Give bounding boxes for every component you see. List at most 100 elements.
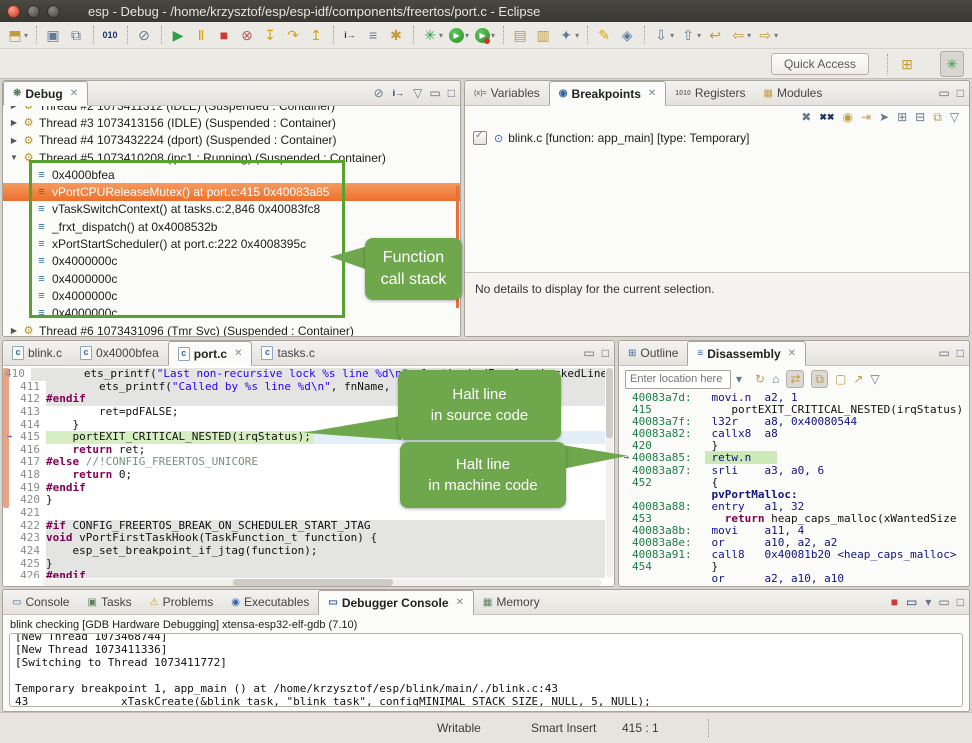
minimize-icon[interactable]: ▭ — [938, 86, 949, 100]
new-project-icon[interactable]: ▤ — [509, 23, 532, 47]
tab-problems[interactable]: ⚠ Problems — [141, 590, 223, 614]
tab-outline[interactable]: ⊞ Outline — [619, 341, 687, 365]
console-output[interactable]: [New Thread 1073468744][New Thread 10734… — [9, 633, 963, 707]
expander-icon[interactable]: ▶ — [8, 326, 20, 335]
forward-icon[interactable]: ⇨▾ — [754, 23, 781, 47]
debug-tree[interactable]: ▶ ⚙ Thread #2 1073411312 (IDLE) (Suspend… — [3, 106, 460, 336]
window-close-button[interactable] — [7, 5, 20, 18]
debug-perspective-icon[interactable]: ✳ — [940, 51, 964, 77]
maximize-icon[interactable]: □ — [957, 346, 964, 360]
tab-executables[interactable]: ◉ Executables — [222, 590, 318, 614]
refresh-icon[interactable]: ↻ — [755, 372, 765, 386]
search-icon[interactable]: ✦▾ — [555, 23, 582, 47]
tab-tasks-c[interactable]: c tasks.c — [252, 341, 323, 365]
location-input[interactable] — [625, 370, 731, 389]
close-icon[interactable]: ✕ — [788, 348, 796, 359]
tab-breakpoints[interactable]: ◉ Breakpoints ✕ — [549, 81, 666, 106]
debug-row[interactable]: ≡ 0x4000000c — [3, 305, 460, 322]
code-line[interactable]: 426 #endif — [5, 570, 605, 578]
tab-debug[interactable]: ❋ Debug ✕ — [3, 81, 88, 106]
debug-row[interactable]: ≡ vPortCPUReleaseMutex() at port.c:415 0… — [3, 183, 460, 200]
back-icon[interactable]: ⇦▾ — [727, 23, 754, 47]
expander-icon[interactable]: ▶ — [8, 106, 20, 110]
expander-icon[interactable]: ▶ — [8, 136, 20, 145]
previous-annotation-icon[interactable]: ⇧▾ — [677, 23, 704, 47]
console-line[interactable]: [New Thread 1073411336] — [15, 643, 957, 656]
new-wizard-icon[interactable]: ⬒▾ — [4, 23, 31, 47]
instruction-stepping-mode-icon[interactable]: i→ — [393, 86, 405, 100]
pin-editor-icon[interactable]: ◈ — [616, 23, 639, 47]
tab-disassembly[interactable]: ≡ Disassembly ✕ — [687, 341, 806, 366]
maximize-icon[interactable]: □ — [602, 346, 609, 360]
expand-all-icon[interactable]: ⊞ — [897, 110, 907, 124]
tab-port-c[interactable]: c port.c ✕ — [168, 341, 253, 366]
remove-breakpoint-icon[interactable]: ✖ — [801, 110, 811, 124]
minimize-icon[interactable]: ▭ — [583, 346, 594, 360]
editor-vertical-scrollbar[interactable] — [606, 368, 613, 577]
debug-row[interactable]: ▶ ⚙ Thread #3 1073413156 (IDLE) (Suspend… — [3, 114, 460, 131]
save-icon[interactable]: ▣ — [42, 23, 65, 47]
mark-occurrences-icon[interactable]: ✎ — [593, 23, 616, 47]
code-line[interactable]: 424 esp_set_breakpoint_if_jtag(function)… — [5, 545, 605, 558]
expander-icon[interactable]: ▼ — [8, 153, 20, 162]
link-with-debug-icon[interactable]: ⧉ — [933, 110, 942, 124]
debug-row[interactable]: ▼ ⚙ Thread #5 1073410208 (ipc1 : Running… — [3, 149, 460, 166]
tab-tasks[interactable]: ▣ Tasks — [78, 590, 140, 614]
maximize-icon[interactable]: □ — [957, 86, 964, 100]
debug-icon[interactable]: ✳▾ — [419, 23, 446, 47]
window-maximize-button[interactable] — [47, 5, 60, 18]
instruction-stepping-icon[interactable]: i→ — [339, 23, 362, 47]
close-icon[interactable]: ✕ — [70, 88, 78, 99]
sync-active-context-icon[interactable]: ⇄ — [786, 370, 804, 388]
step-filters-icon[interactable]: ≡ — [362, 23, 385, 47]
step-return-icon[interactable]: ↥ — [305, 23, 328, 47]
close-icon[interactable]: ✕ — [648, 88, 656, 99]
suspend-icon[interactable]: Ⅱ — [190, 23, 213, 47]
skip-all-breakpoints-icon[interactable]: ⊘ — [133, 23, 156, 47]
resume-icon[interactable]: ▶ — [167, 23, 190, 47]
close-icon[interactable]: ✕ — [234, 348, 242, 359]
debug-row[interactable]: ≡ vTaskSwitchContext() at tasks.c:2,846 … — [3, 201, 460, 218]
console-line[interactable]: [New Thread 1073468744] — [15, 633, 957, 643]
breakpoint-checkbox[interactable] — [473, 131, 487, 145]
save-all-icon[interactable]: ⧉ — [65, 23, 88, 47]
collapse-all-icon[interactable]: ⊟ — [915, 110, 925, 124]
debug-row[interactable]: ≡ 0x4000bfea — [3, 166, 460, 183]
remove-all-terminated-icon[interactable]: ⊘ — [374, 86, 384, 100]
external-tools-icon[interactable]: ▶▾ — [472, 23, 498, 47]
open-perspective-icon[interactable]: ⊞ — [896, 52, 918, 76]
window-minimize-button[interactable] — [27, 5, 40, 18]
next-annotation-icon[interactable]: ⇩▾ — [650, 23, 677, 47]
display-selected-console-icon[interactable]: ▭ — [906, 595, 917, 609]
expander-icon[interactable]: ▶ — [8, 118, 20, 127]
maximize-icon[interactable]: □ — [957, 595, 964, 609]
tab-0x4000bfea[interactable]: c 0x4000bfea — [71, 341, 168, 365]
show-source-icon[interactable]: ⧉ — [811, 370, 828, 388]
minimize-icon[interactable]: ▭ — [429, 86, 440, 100]
console-line[interactable]: 43 xTaskCreate(&blink_task, "blink_task"… — [15, 695, 957, 707]
debug-row[interactable]: ▶ ⚙ Thread #4 1073432224 (dport) (Suspen… — [3, 132, 460, 149]
tab-variables[interactable]: (x)= Variables — [465, 81, 549, 105]
tab-debugger-console[interactable]: ▭ Debugger Console ✕ — [318, 590, 474, 615]
disassembly-listing[interactable]: 40083a7d: movi.n a2, 1 415 portEXIT_CRIT… — [619, 392, 969, 584]
minimize-icon[interactable]: ▭ — [938, 346, 949, 360]
maximize-icon[interactable]: □ — [448, 86, 455, 100]
debug-row[interactable]: ≡ _frxt_dispatch() at 0x4008532b — [3, 218, 460, 235]
debug-row[interactable]: ▶ ⚙ Thread #2 1073411312 (IDLE) (Suspend… — [3, 106, 460, 114]
debug-row[interactable]: ▶ ⚙ Thread #6 1073431096 (Tmr Svc) (Susp… — [3, 322, 460, 336]
show-supported-breakpoints-icon[interactable]: ◉ — [842, 110, 852, 124]
run-icon[interactable]: ▶▾ — [446, 23, 472, 47]
tab-memory[interactable]: ▦ Memory — [474, 590, 549, 614]
pin-view-icon[interactable]: ↗ — [853, 372, 863, 386]
go-to-file-icon[interactable]: ⇥ — [861, 110, 871, 124]
view-menu-icon[interactable]: ▽ — [870, 372, 879, 386]
console-dropdown-icon[interactable]: ▾ — [925, 595, 931, 609]
tab-modules[interactable]: ▦ Modules — [755, 81, 832, 105]
console-line[interactable]: Temporary breakpoint 1, app_main () at /… — [15, 682, 957, 695]
binary-icon[interactable]: 010 — [99, 23, 122, 47]
terminate-icon[interactable]: ■ — [213, 23, 236, 47]
location-dropdown-icon[interactable]: ▾ — [736, 372, 742, 386]
select-breakpoint-icon[interactable]: ➤ — [879, 110, 889, 124]
console-line[interactable]: [Switching to Thread 1073411772] — [15, 656, 957, 669]
debug-config-icon[interactable]: ✱ — [385, 23, 408, 47]
